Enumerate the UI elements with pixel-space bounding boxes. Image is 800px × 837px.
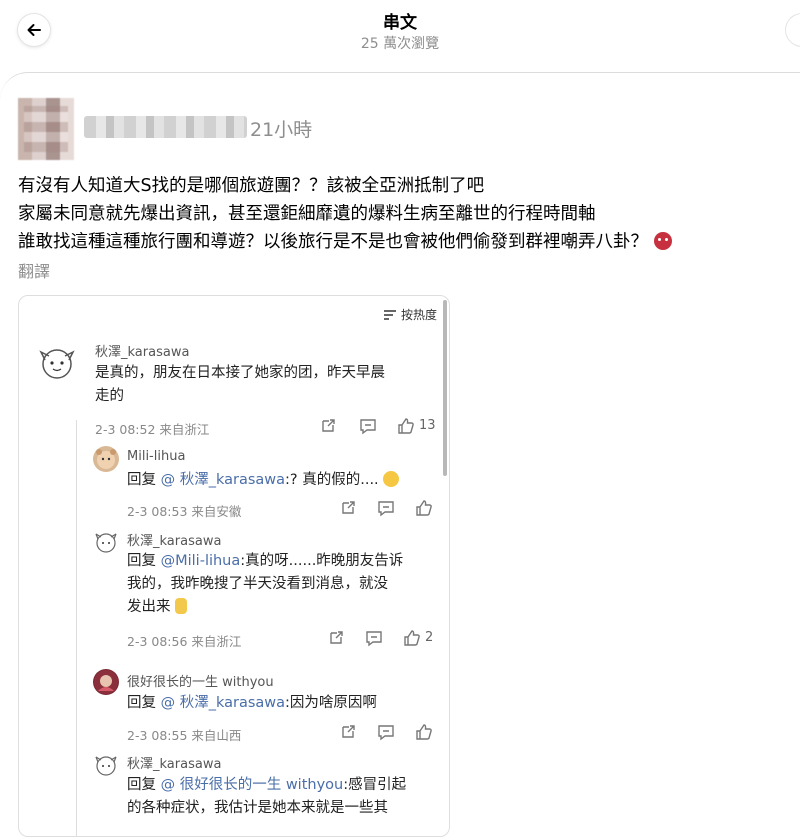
post-line-text: 誰敢找這種這種旅行團和導遊？以後旅行是不是也會被他們偷發到群裡嘲弄八卦？ — [18, 232, 648, 252]
yawn-emoji — [175, 598, 188, 614]
translate-link[interactable]: 翻譯 — [18, 258, 50, 282]
comment-text: 回复 @Mili-lihua:真的呀......昨晚朋友告诉 我的，我昨晚搜了半… — [127, 550, 442, 619]
like-icon[interactable] — [403, 629, 421, 647]
comment-text: 回复 @ 秋澤_karasawa:? 真的假的.... — [127, 469, 437, 492]
username-blurred[interactable] — [84, 116, 247, 138]
comment-icon[interactable] — [365, 629, 383, 647]
comment-text: 回复 @ 秋澤_karasawa:因为啥原因啊 — [127, 692, 442, 715]
view-count: 25 萬次瀏覽 — [360, 36, 440, 52]
avatar[interactable] — [93, 669, 119, 695]
comment-line: :真的呀......昨晚朋友告诉 — [240, 553, 404, 569]
comment-meta: 2-3 08:52 来自浙江 — [95, 422, 210, 437]
comment-meta: 2-3 08:55 来自山西 — [127, 728, 242, 743]
comment-line-first: 回复 @ 很好很长的一生 withyou:感冒引起 — [127, 774, 445, 797]
sort-icon — [383, 309, 396, 320]
comment-line: :? 真的假的.... — [285, 472, 379, 488]
avatar[interactable] — [18, 98, 74, 160]
comment-line: :感冒引起 — [343, 777, 407, 793]
comment-icon[interactable] — [377, 499, 395, 517]
share-icon[interactable] — [339, 499, 357, 517]
comment-line: 发出来 — [127, 596, 442, 619]
sort-toggle[interactable]: 按热度 — [383, 306, 437, 323]
angry-face-emoji — [654, 232, 672, 250]
mention-link[interactable]: @ 秋澤_karasawa — [161, 472, 285, 488]
comment-line: :因为啥原因啊 — [285, 695, 377, 711]
post-time: 21小時 — [250, 119, 313, 141]
post-body: 有沒有人知道大S找的是哪個旅遊團？？該被全亞洲抵制了吧 家屬未同意就先爆出資訊，… — [18, 172, 788, 256]
comment-meta: 2-3 08:56 来自浙江 — [127, 634, 242, 649]
like-count: 13 — [419, 418, 436, 433]
avatar[interactable] — [93, 529, 119, 555]
mention-link[interactable]: @ 很好很长的一生 withyou — [161, 777, 344, 793]
comment-line-text: 发出来 — [127, 599, 171, 615]
like-icon[interactable] — [415, 499, 433, 517]
post-line: 有沒有人知道大S找的是哪個旅遊團？？該被全亞洲抵制了吧 — [18, 176, 485, 196]
top-bar: 串文 25 萬次瀏覽 — [0, 0, 800, 72]
share-icon[interactable] — [319, 417, 337, 435]
comment-text: 回复 @ 很好很长的一生 withyou:感冒引起 的各种症状，我估计是她本来就… — [127, 774, 445, 820]
comment-meta: 2-3 08:53 来自安徽 — [127, 504, 242, 519]
comment-author[interactable]: Mili-lihua — [127, 449, 185, 464]
reply-prefix: 回复 — [127, 553, 156, 569]
comment-author[interactable]: 秋澤_karasawa — [95, 341, 189, 360]
comment-icon[interactable] — [359, 417, 377, 435]
comment-icon[interactable] — [377, 723, 395, 741]
avatar[interactable] — [93, 446, 119, 472]
comment-author[interactable]: 很好很长的一生 withyou — [127, 671, 274, 690]
share-icon[interactable] — [339, 723, 357, 741]
comment-author[interactable]: 秋澤_karasawa — [127, 530, 221, 549]
share-icon[interactable] — [327, 629, 345, 647]
thread-line — [76, 420, 77, 836]
attached-image[interactable]: 按热度 秋澤_karasawa 是真的，朋友在日本接了她家的团，昨天早晨 走的 … — [18, 295, 450, 837]
page-title: 串文 — [383, 13, 417, 33]
like-icon[interactable] — [397, 417, 415, 435]
avatar[interactable] — [93, 752, 119, 778]
post-line: 誰敢找這種這種旅行團和導遊？以後旅行是不是也會被他們偷發到群裡嘲弄八卦？ — [18, 228, 788, 256]
post-line: 家屬未同意就先爆出資訊，甚至還鉅細靡遺的爆料生病至離世的行程時間軸 — [18, 204, 596, 224]
comment-author[interactable]: 秋澤_karasawa — [127, 753, 221, 772]
comment-line: 我的，我昨晚搜了半天没看到消息，就没 — [127, 576, 388, 592]
comment-text: 是真的，朋友在日本接了她家的团，昨天早晨 走的 — [95, 362, 435, 408]
mention-link[interactable]: @Mili-lihua — [161, 553, 241, 569]
like-count: 2 — [425, 630, 434, 645]
reply-prefix: 回复 — [127, 472, 156, 488]
reply-prefix: 回复 — [127, 695, 156, 711]
avatar[interactable] — [35, 340, 79, 384]
reply-prefix: 回复 — [127, 777, 156, 793]
comment-line: 是真的，朋友在日本接了她家的团，昨天早晨 — [95, 365, 385, 381]
scrollbar — [443, 300, 447, 476]
comment-line: 走的 — [95, 388, 124, 404]
comment-line: 的各种症状，我估计是她本来就是一些其 — [127, 800, 388, 816]
mention-link[interactable]: @ 秋澤_karasawa — [161, 695, 285, 711]
comment-line-first: 回复 @Mili-lihua:真的呀......昨晚朋友告诉 — [127, 550, 442, 573]
like-icon[interactable] — [415, 723, 433, 741]
crying-emoji — [383, 471, 400, 487]
sort-label: 按热度 — [400, 308, 437, 322]
